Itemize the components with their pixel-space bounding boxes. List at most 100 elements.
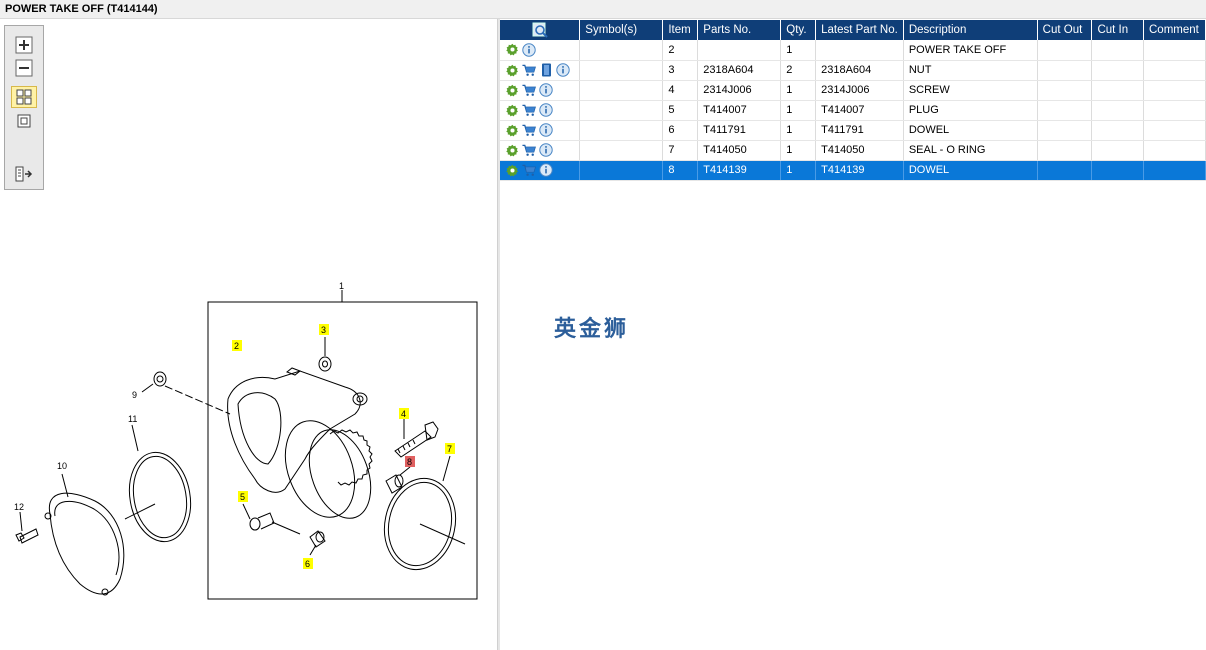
description-cell: DOWEL [903, 120, 1038, 141]
callout-8[interactable]: 8 [407, 457, 412, 467]
latest-part-no-cell: T414139 [815, 160, 904, 181]
info-icon[interactable] [556, 63, 570, 77]
table-row[interactable]: 5 T414007 1 T414007 PLUG [500, 100, 1206, 121]
latest-part-no-cell [815, 40, 904, 61]
item-cell: 2 [662, 40, 699, 61]
cart-icon[interactable] [522, 63, 536, 77]
callout-4[interactable]: 4 [401, 409, 406, 419]
cut-in-cell [1091, 80, 1144, 101]
zoom-in-button[interactable] [11, 34, 37, 56]
callout-11[interactable]: 11 [128, 414, 137, 424]
cut-in-cell [1091, 140, 1144, 161]
callout-7[interactable]: 7 [447, 444, 452, 454]
table-header-row: Symbol(s) Item Parts No. Qty. Latest Par… [500, 20, 1206, 40]
description-header[interactable]: Description [903, 20, 1038, 40]
table-row[interactable]: 7 T414050 1 T414050 SEAL - O RING [500, 140, 1206, 161]
table-row[interactable]: 6 T411791 1 T411791 DOWEL [500, 120, 1206, 141]
symbols-cell [579, 80, 664, 101]
comment-cell [1143, 100, 1206, 121]
cart-icon[interactable] [522, 163, 536, 177]
gear-icon[interactable] [505, 63, 519, 77]
row-actions-cell [500, 120, 581, 141]
info-icon[interactable] [522, 43, 536, 57]
cut-out-cell [1037, 140, 1093, 161]
info-icon[interactable] [539, 103, 553, 117]
callout-3[interactable]: 3 [321, 325, 326, 335]
gear-icon[interactable] [505, 103, 519, 117]
callout-6[interactable]: 6 [305, 559, 310, 569]
qty-cell: 1 [780, 40, 817, 61]
parts-no-cell: T414050 [697, 140, 782, 161]
exploded-parts-diagram: 1 2 3 4 5 6 7 8 9 10 11 12 [14, 281, 478, 600]
description-cell: PLUG [903, 100, 1038, 121]
symbols-header[interactable]: Symbol(s) [579, 20, 664, 40]
cart-icon[interactable] [522, 103, 536, 117]
qty-cell: 1 [780, 80, 817, 101]
square-icon [17, 114, 31, 128]
item-cell: 7 [662, 140, 699, 161]
gear-icon[interactable] [505, 163, 519, 177]
gear-icon[interactable] [505, 43, 519, 57]
cart-icon[interactable] [522, 143, 536, 157]
qty-cell: 1 [780, 100, 817, 121]
row-actions-cell [500, 60, 581, 81]
zoom-out-button[interactable] [11, 57, 37, 79]
cart-icon[interactable] [522, 123, 536, 137]
table-row[interactable]: 4 2314J006 1 2314J006 SCREW [500, 80, 1206, 101]
latest-part-no-cell: T414050 [815, 140, 904, 161]
cut-in-cell [1091, 120, 1144, 141]
cart-icon[interactable] [522, 83, 536, 97]
row-actions-cell [500, 140, 581, 161]
cut-in-header[interactable]: Cut In [1091, 20, 1144, 40]
diagram-pane[interactable]: 1 2 3 4 5 6 7 8 9 10 11 12 [0, 19, 497, 650]
parts-no-cell: T411791 [697, 120, 782, 141]
cut-in-cell [1091, 60, 1144, 81]
latest-part-no-cell: T414007 [815, 100, 904, 121]
gear-icon[interactable] [505, 123, 519, 137]
table-row[interactable]: 2 1 POWER TAKE OFF [500, 40, 1206, 61]
book-icon[interactable] [539, 63, 553, 77]
table-row[interactable]: 8 T414139 1 T414139 DOWEL [500, 160, 1206, 181]
plug-5 [249, 517, 261, 531]
info-icon[interactable] [539, 143, 553, 157]
gear-icon[interactable] [505, 83, 519, 97]
qty-cell: 2 [780, 60, 817, 81]
callout-12[interactable]: 12 [14, 502, 24, 512]
cut-out-header[interactable]: Cut Out [1037, 20, 1093, 40]
comment-cell [1143, 40, 1206, 61]
comment-cell [1143, 80, 1206, 101]
symbols-cell [579, 140, 664, 161]
latest-part-no-cell: T411791 [815, 120, 904, 141]
gear-teeth [329, 429, 373, 486]
callout-9[interactable]: 9 [132, 390, 137, 400]
export-button[interactable] [11, 163, 37, 185]
callout-10[interactable]: 10 [57, 461, 67, 471]
item-cell: 6 [662, 120, 699, 141]
plus-icon [15, 36, 33, 54]
item-header[interactable]: Item [662, 20, 699, 40]
fit-window-button[interactable] [11, 110, 37, 132]
latest-part-no-header[interactable]: Latest Part No. [815, 20, 904, 40]
qty-cell: 1 [780, 160, 817, 181]
qty-cell: 1 [780, 140, 817, 161]
info-icon[interactable] [539, 163, 553, 177]
cut-in-cell [1091, 160, 1144, 181]
cut-out-cell [1037, 120, 1093, 141]
callout-2[interactable]: 2 [234, 341, 239, 351]
parts-no-cell: T414139 [697, 160, 782, 181]
description-cell: SEAL - O RING [903, 140, 1038, 161]
gear-icon[interactable] [505, 143, 519, 157]
cut-in-cell [1091, 100, 1144, 121]
cover-10 [48, 492, 125, 595]
info-icon[interactable] [539, 123, 553, 137]
info-icon[interactable] [539, 83, 553, 97]
callout-1[interactable]: 1 [339, 281, 344, 291]
qty-header[interactable]: Qty. [780, 20, 817, 40]
parts-no-header[interactable]: Parts No. [697, 20, 782, 40]
callout-5[interactable]: 5 [240, 492, 245, 502]
comment-header[interactable]: Comment [1143, 20, 1206, 40]
table-row[interactable]: 3 2318A604 2 2318A604 NUT [500, 60, 1206, 81]
search-column-header[interactable] [500, 20, 581, 40]
item-cell: 4 [662, 80, 699, 101]
fit-all-button[interactable] [11, 86, 37, 108]
